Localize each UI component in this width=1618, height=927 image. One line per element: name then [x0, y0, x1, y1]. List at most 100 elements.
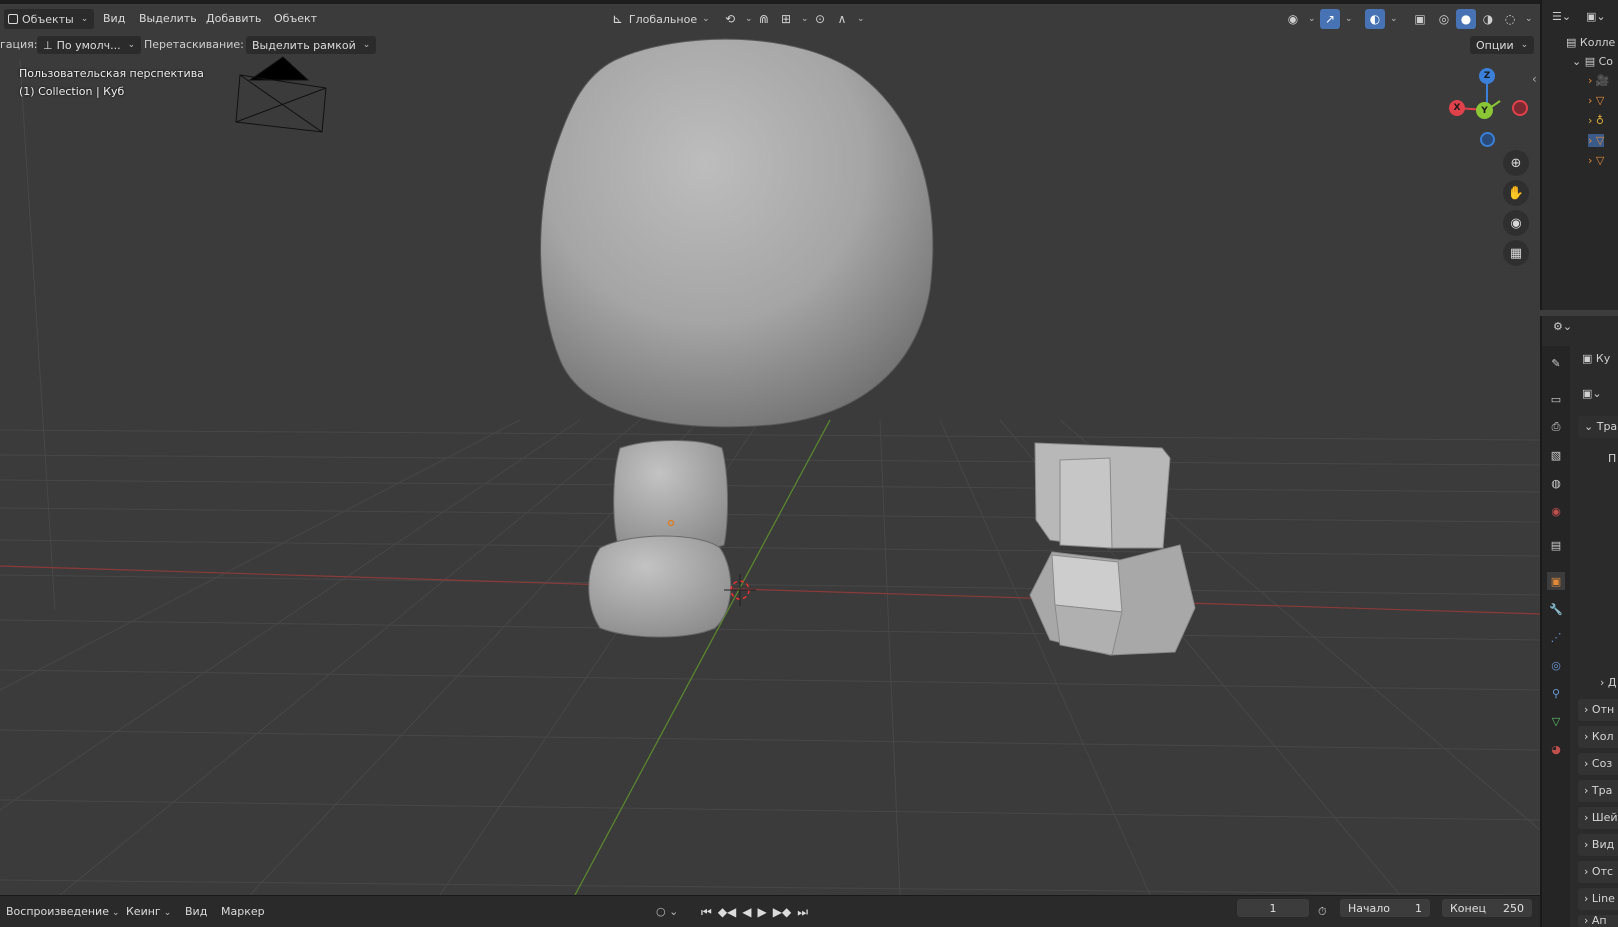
interaction-mode-dropdown[interactable]: Объекты ⌄: [4, 9, 95, 29]
outliner-item-camera[interactable]: › 🎥: [1588, 74, 1610, 87]
start-label: Начало: [1348, 901, 1391, 915]
section-display[interactable]: › Отс: [1578, 861, 1618, 883]
chevron-down-icon: ⌄: [1525, 14, 1533, 24]
physics-tab-icon[interactable]: ◎: [1547, 656, 1565, 674]
section-transform[interactable]: ⌄ Тра: [1578, 416, 1618, 438]
snap-increment-icon[interactable]: ⊞: [776, 9, 796, 29]
menu-object[interactable]: Объект: [274, 11, 317, 27]
collection-tab-icon[interactable]: ▤: [1547, 536, 1565, 554]
proportional-edit[interactable]: ⊙ ∧ ⌄: [810, 9, 865, 29]
pivot-dropdown[interactable]: ⟲ ⌄: [720, 9, 753, 29]
section-lineart[interactable]: › Line: [1578, 888, 1618, 910]
chevron-down-icon: ⌄: [702, 14, 710, 24]
rendered-shading-icon[interactable]: ◌: [1500, 9, 1520, 29]
object-tab-icon[interactable]: ▣: [1547, 572, 1565, 590]
section-label: Кол: [1591, 730, 1614, 743]
section-custom[interactable]: › Ап: [1578, 915, 1618, 927]
marker-menu[interactable]: Маркер: [221, 904, 265, 920]
scene-collection-row[interactable]: ▤ Колле: [1566, 36, 1615, 49]
jump-end-icon[interactable]: ⏭: [797, 904, 808, 920]
view-layer-tab-icon[interactable]: ▧: [1547, 446, 1565, 464]
section-label: Ап: [1591, 915, 1607, 927]
menu-select[interactable]: Выделить: [139, 11, 197, 27]
overlays-toggle[interactable]: ◐ ⌄: [1365, 9, 1398, 29]
playback-menu[interactable]: Воспроизведение ⌄: [6, 904, 120, 920]
falloff-icon[interactable]: ∧: [832, 9, 852, 29]
constraints-tab-icon[interactable]: ⚲: [1547, 684, 1565, 702]
play-reverse-icon[interactable]: ◀: [742, 904, 751, 920]
section-delta[interactable]: › Д: [1600, 676, 1617, 689]
jump-start-icon[interactable]: ⏮: [701, 904, 712, 920]
stopwatch-icon[interactable]: ⏱: [1318, 904, 1327, 920]
particles-tab-icon[interactable]: ⋰: [1547, 628, 1565, 646]
section-relations[interactable]: › Отн: [1578, 699, 1618, 721]
gizmo-neg-z[interactable]: [1480, 132, 1495, 147]
material-tab-icon[interactable]: ◕: [1547, 740, 1565, 758]
gizmo-neg-x[interactable]: [1512, 100, 1528, 116]
3d-viewport[interactable]: Пользовательская перспектива (1) Collect…: [0, 0, 1540, 895]
section-motion-paths[interactable]: › Тра: [1578, 780, 1618, 802]
outliner-item-light[interactable]: › ♁: [1588, 114, 1604, 127]
options-dropdown[interactable]: Опции ⌄: [1470, 36, 1535, 54]
section-instancing[interactable]: › Соз: [1578, 753, 1618, 775]
proportional-edit-icon[interactable]: ⊙: [810, 9, 830, 29]
outliner-item-mesh[interactable]: › ▽: [1588, 94, 1604, 107]
drag-dropdown[interactable]: Выделить рамкой ⌄: [246, 36, 377, 54]
next-keyframe-icon[interactable]: ▶◆: [773, 904, 791, 920]
gizmo-x-axis[interactable]: X: [1449, 100, 1465, 116]
eye-icon: ◉: [1287, 12, 1299, 26]
section-collections[interactable]: › Кол: [1578, 726, 1618, 748]
section-visibility[interactable]: › Вид: [1578, 834, 1618, 856]
collection-row[interactable]: ⌄ ▤ Co: [1572, 55, 1613, 68]
solid-shading-icon[interactable]: ●: [1456, 9, 1476, 29]
perspective-toggle-icon[interactable]: ▦: [1503, 240, 1529, 266]
outliner-editor-icon[interactable]: ☰⌄: [1552, 10, 1571, 23]
orientation-setting-dropdown[interactable]: ⊥ По умолч... ⌄: [37, 36, 142, 54]
wireframe-shading-icon[interactable]: ◎: [1434, 9, 1454, 29]
current-frame-field[interactable]: 1: [1237, 899, 1309, 917]
data-tab-icon[interactable]: ▽: [1547, 712, 1565, 730]
chevron-down-icon: ⌄: [111, 908, 120, 918]
autokey-record-icon[interactable]: ○ ⌄: [656, 904, 678, 920]
output-tab-icon[interactable]: ⎙: [1547, 418, 1565, 436]
modifier-tab-icon[interactable]: 🔧: [1547, 600, 1565, 618]
material-shading-icon[interactable]: ◑: [1478, 9, 1498, 29]
outliner-panel[interactable]: ☰⌄ ▣⌄ ▤ Колле ⌄ ▤ Co › 🎥 › ▽ › ♁ › ▽ › ▽: [1540, 0, 1618, 310]
orientation-setting-value: По умолч...: [56, 38, 121, 52]
shading-modes[interactable]: ◎ ● ◑ ◌ ⌄: [1434, 9, 1533, 29]
xray-toggle[interactable]: ▣: [1410, 9, 1430, 29]
properties-editor-icon[interactable]: ⚙⌄: [1553, 320, 1572, 333]
object-name-row[interactable]: ▣ Ку: [1582, 352, 1610, 365]
snap-magnet-icon[interactable]: ⋒: [754, 9, 774, 29]
visibility-dropdown[interactable]: ◉ ⌄: [1283, 9, 1316, 29]
keying-menu[interactable]: Кеинг ⌄: [126, 904, 171, 920]
gizmo-toggle[interactable]: ↗ ⌄: [1320, 9, 1353, 29]
menu-add[interactable]: Добавить: [206, 11, 261, 27]
menu-view[interactable]: Вид: [103, 11, 125, 27]
drag-value: Выделить рамкой: [252, 38, 356, 52]
chevron-down-icon: ⌄: [1572, 55, 1582, 68]
timeline-view-menu[interactable]: Вид: [185, 904, 207, 920]
zoom-icon[interactable]: ⊕: [1503, 150, 1529, 176]
transform-orientation-dropdown[interactable]: ⊾ Глобальное ⌄: [612, 9, 710, 29]
camera-view-icon[interactable]: ◉: [1503, 210, 1529, 236]
gizmo-z-axis[interactable]: Z: [1479, 68, 1495, 84]
tool-tab-icon[interactable]: ✎: [1547, 354, 1565, 372]
prev-keyframe-icon[interactable]: ◆◀: [718, 904, 736, 920]
render-tab-icon[interactable]: ▭: [1547, 390, 1565, 408]
sidebar-expand-icon[interactable]: ‹: [1532, 72, 1537, 86]
outliner-item-mesh-2[interactable]: › ▽: [1588, 154, 1604, 167]
snap-controls[interactable]: ⋒ ⊞ ⌄: [754, 9, 809, 29]
object-type-dropdown[interactable]: ▣⌄: [1582, 387, 1602, 400]
gizmo-y-axis[interactable]: Y: [1476, 102, 1493, 119]
chevron-right-icon: ›: [1584, 915, 1592, 927]
scene-tab-icon[interactable]: ◍: [1547, 474, 1565, 492]
end-frame-field[interactable]: Конец 250: [1442, 899, 1532, 917]
start-frame-field[interactable]: Начало 1: [1340, 899, 1430, 917]
outliner-filter-icon[interactable]: ▣⌄: [1586, 10, 1606, 23]
outliner-item-mesh-selected[interactable]: › ▽: [1588, 134, 1605, 147]
section-shading[interactable]: › Шей: [1578, 807, 1618, 829]
play-icon[interactable]: ▶: [758, 904, 767, 920]
pan-hand-icon[interactable]: ✋: [1503, 180, 1529, 206]
world-tab-icon[interactable]: ◉: [1547, 502, 1565, 520]
